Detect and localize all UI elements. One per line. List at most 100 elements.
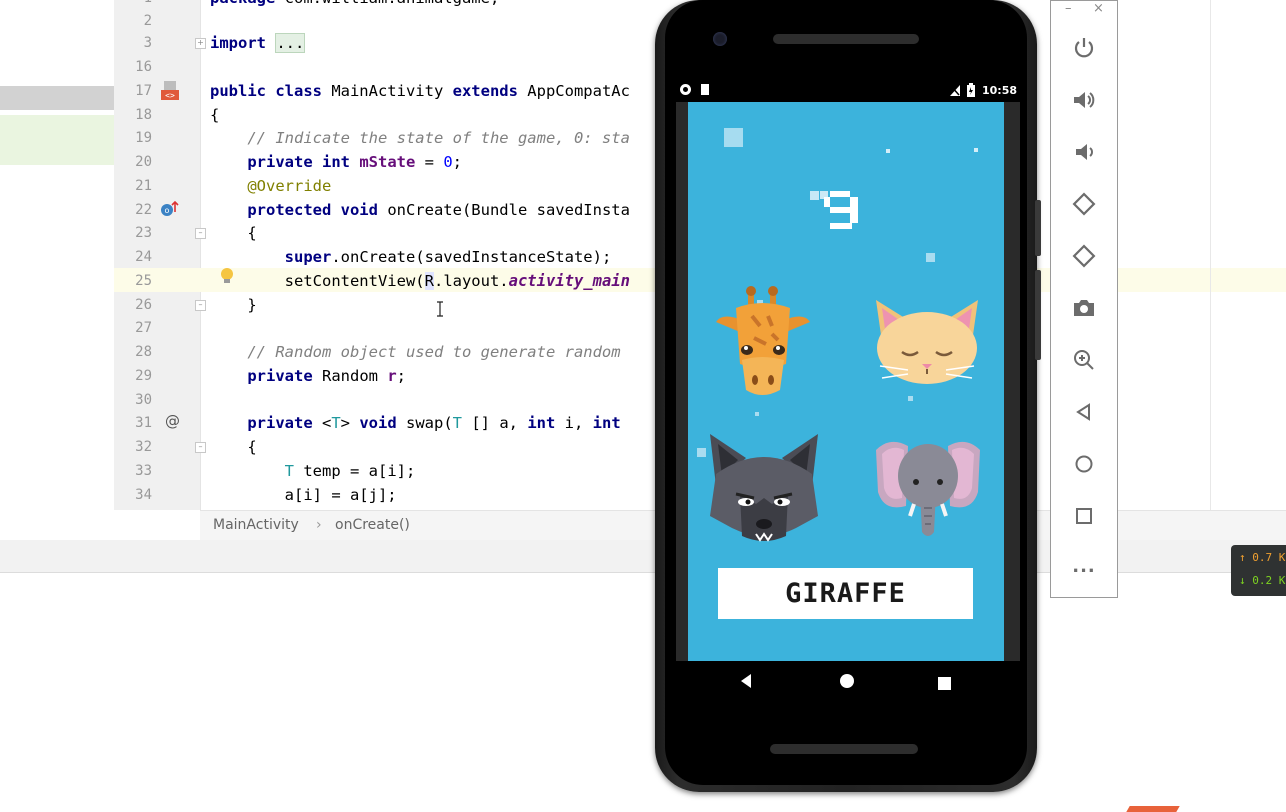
phone-speaker (773, 34, 919, 44)
code-line[interactable]: a[i] = a[j]; (210, 483, 397, 507)
minimize-button[interactable]: – (1065, 1, 1072, 16)
line-number: 26 (135, 297, 152, 313)
phone-power-button[interactable] (1035, 200, 1041, 256)
code-line[interactable]: T temp = a[i]; (210, 459, 416, 483)
code-line[interactable]: // Random object used to generate random (210, 340, 620, 364)
screen-edge (676, 102, 688, 661)
decor-square (886, 149, 890, 153)
fold-marker[interactable]: – (195, 442, 206, 453)
code-line[interactable]: private <T> void swap(T [] a, int i, int (210, 411, 620, 435)
code-line[interactable]: package com.william.animalgame; (210, 0, 499, 10)
at-symbol-icon[interactable]: @ (165, 412, 180, 430)
code-line[interactable]: } (210, 293, 256, 317)
volume-down-icon[interactable] (1067, 135, 1101, 169)
line-number: 31 (135, 415, 152, 431)
decor-square (810, 191, 819, 200)
line-number: 34 (135, 487, 152, 503)
line-number: 20 (135, 154, 152, 170)
battery-icon (967, 83, 975, 97)
line-number: 3 (143, 35, 152, 51)
giraffe-icon (716, 286, 810, 395)
code-line[interactable]: protected void onCreate(Bundle savedInst… (210, 198, 630, 222)
back-icon[interactable] (1067, 395, 1101, 429)
code-line[interactable]: private Random r; (210, 364, 406, 388)
power-icon[interactable] (1067, 31, 1101, 65)
zoom-icon[interactable] (1067, 343, 1101, 377)
breadcrumb-method[interactable]: onCreate() (335, 517, 410, 533)
decor-square (755, 412, 759, 416)
answer-label[interactable]: GIRAFFE (718, 568, 973, 619)
code-line[interactable]: public class MainActivity extends AppCom… (210, 79, 630, 103)
line-number: 25 (135, 273, 152, 289)
line-number: 18 (135, 107, 152, 123)
camera-icon[interactable] (1067, 291, 1101, 325)
android-status-bar: 10:58 (676, 80, 1018, 102)
line-number: 24 (135, 249, 152, 265)
code-line[interactable]: // Indicate the state of the game, 0: st… (210, 126, 630, 150)
line-number: 30 (135, 392, 152, 408)
status-time: 10:58 (982, 84, 1018, 97)
elephant-card[interactable] (870, 436, 986, 546)
nav-overview-icon[interactable] (938, 675, 951, 694)
decor-corner (1126, 806, 1180, 812)
fold-marker[interactable]: – (195, 300, 206, 311)
code-line[interactable]: setContentView(R.layout.activity_main (210, 269, 630, 293)
signal-icon (950, 85, 960, 96)
code-line[interactable]: { (210, 435, 256, 459)
close-button[interactable]: × (1093, 1, 1104, 16)
giraffe-card[interactable] (712, 286, 814, 404)
network-speed-widget: ↑ 0.7 K ↓ 0.2 K (1231, 545, 1286, 596)
override-method-icon[interactable]: o (160, 200, 180, 218)
nav-back-icon[interactable] (739, 673, 753, 693)
more-icon[interactable]: ... (1067, 549, 1101, 583)
svg-text:<>: <> (165, 91, 175, 100)
collapsed-imports[interactable]: ... (275, 33, 306, 53)
wolf-icon (710, 434, 818, 542)
phone-camera-icon (713, 32, 727, 46)
layout-file-icon[interactable]: <> (160, 81, 182, 101)
phone-volume-button[interactable] (1035, 270, 1041, 360)
cat-icon (876, 300, 978, 384)
code-line[interactable]: import ... (210, 31, 306, 55)
right-margin-guide (1210, 0, 1211, 510)
wolf-card[interactable] (706, 432, 822, 548)
cat-card[interactable] (868, 296, 986, 392)
line-number: 19 (135, 130, 152, 146)
code-line[interactable]: super.onCreate(savedInstanceState); (210, 245, 612, 269)
line-number: 21 (135, 178, 152, 194)
decor-square (926, 253, 935, 262)
volume-up-icon[interactable] (1067, 83, 1101, 117)
decor-square (908, 396, 913, 401)
overview-icon[interactable] (1067, 499, 1101, 533)
fold-marker[interactable]: – (195, 228, 206, 239)
rotate-left-icon[interactable] (1067, 187, 1101, 221)
breadcrumb-separator: › (316, 517, 322, 533)
rotate-right-icon[interactable] (1067, 239, 1101, 273)
svg-text:o: o (165, 206, 170, 215)
screen-edge (1004, 102, 1020, 661)
download-speed: ↓ 0.2 K (1239, 574, 1286, 587)
package-name: com.william.animalgame; (285, 0, 500, 7)
line-number: 33 (135, 463, 152, 479)
sd-card-icon (701, 84, 709, 95)
decor-square (697, 448, 706, 457)
code-line[interactable]: { (210, 103, 219, 127)
nav-home-icon[interactable] (839, 673, 855, 693)
upload-speed: ↑ 0.7 K (1239, 551, 1286, 564)
decor-square (974, 148, 978, 152)
code-line[interactable]: { (210, 221, 256, 245)
android-nav-bar (676, 661, 1016, 705)
code-line[interactable]: @Override (210, 174, 331, 198)
text-cursor-icon (435, 301, 445, 317)
record-icon (680, 84, 691, 95)
line-number: 29 (135, 368, 152, 384)
line-number: 17 (135, 83, 152, 99)
code-line[interactable]: private int mState = 0; (210, 150, 462, 174)
home-icon[interactable] (1067, 447, 1101, 481)
fold-marker[interactable]: + (195, 38, 206, 49)
line-number: 23 (135, 225, 152, 241)
countdown-counter: 9 (820, 186, 862, 230)
breadcrumb-class[interactable]: MainActivity (213, 517, 299, 533)
line-number: 2 (143, 13, 152, 29)
elephant-icon (876, 441, 980, 536)
